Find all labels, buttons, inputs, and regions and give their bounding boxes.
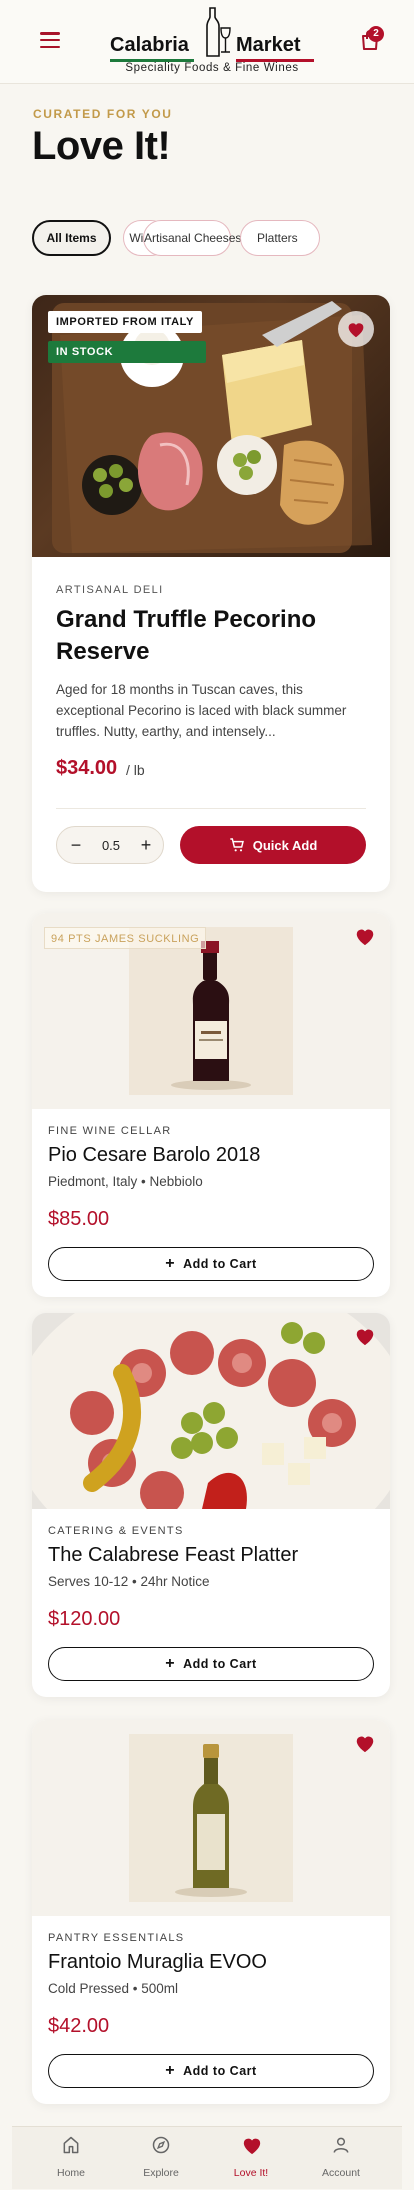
plus-icon: + xyxy=(165,1655,176,1672)
filter-chip-artisanal-cheeses[interactable]: Artisanal Cheeses xyxy=(143,220,241,256)
product-name[interactable]: The Calabrese Feast Platter xyxy=(48,1544,298,1567)
tab-account[interactable]: Account xyxy=(296,2127,386,2190)
cheese-board-illustration xyxy=(52,301,372,553)
plus-icon: + xyxy=(165,1255,176,1272)
filter-chip-platters[interactable]: Platters xyxy=(240,220,320,256)
product-image xyxy=(32,1313,390,1509)
heart-icon xyxy=(243,2138,261,2155)
wine-bottle-glass-icon xyxy=(206,7,231,57)
favorite-button[interactable] xyxy=(338,311,374,347)
tab-love-it[interactable]: Love It! xyxy=(206,2127,296,2190)
add-to-cart-label: Add to Cart xyxy=(183,2064,257,2078)
product-image: 94 PTS JAMES SUCKLING xyxy=(32,913,390,1109)
add-to-cart-button[interactable]: + Add to Cart xyxy=(48,1647,374,1681)
product-price: $34.00 xyxy=(56,757,118,779)
plus-icon[interactable]: + xyxy=(129,827,163,865)
filter-chip-row: All Items Wines Artisanal Cheeses Platte… xyxy=(32,220,414,258)
stock-badge: IN STOCK xyxy=(48,341,206,363)
tab-account-label: Account xyxy=(322,2167,360,2179)
product-subtitle: Cold Pressed • 500ml xyxy=(48,1981,179,1996)
section-eyebrow: CURATED FOR YOU xyxy=(33,107,173,121)
app-header: Calabria Market Speciality Foods & Fine … xyxy=(0,0,414,84)
product-category: FINE WINE CELLAR xyxy=(48,1125,172,1137)
product-price: $120.00 xyxy=(48,1608,121,1630)
page-title: Love It! xyxy=(32,124,171,168)
add-to-cart-button[interactable]: + Add to Cart xyxy=(48,1247,374,1281)
product-image xyxy=(32,1720,390,1916)
filter-chip-all-items[interactable]: All Items xyxy=(32,220,111,256)
product-name[interactable]: Frantoio Muraglia EVOO xyxy=(48,1951,267,1974)
quantity-stepper[interactable]: − 0.5 + xyxy=(56,826,164,864)
user-icon xyxy=(333,2137,349,2153)
bottom-tab-bar: Home Explore Love It! Account xyxy=(12,2126,402,2189)
product-category: PANTRY ESSENTIALS xyxy=(48,1932,185,1944)
brand-logo[interactable]: Calabria Market Speciality Foods & Fine … xyxy=(110,7,314,76)
cheese-board-image: IMPORTED FROM ITALY IN STOCK xyxy=(32,295,390,557)
product-category: CATERING & EVENTS xyxy=(48,1525,184,1537)
tab-love-it-label: Love It! xyxy=(233,2167,269,2179)
home-icon xyxy=(63,2136,79,2154)
brand-word-market: Market xyxy=(236,34,301,56)
product-subtitle: Serves 10-12 • 24hr Notice xyxy=(48,1574,210,1589)
price-unit: / lb xyxy=(126,762,145,778)
heart-icon xyxy=(348,323,364,338)
quick-add-label: Quick Add xyxy=(252,837,318,853)
brand-tagline: Speciality Foods & Fine Wines xyxy=(125,62,299,74)
cart-count-badge: 2 xyxy=(368,26,384,42)
heart-icon[interactable] xyxy=(354,1325,376,1347)
tab-explore-label: Explore xyxy=(143,2167,179,2179)
wine-bottle-image xyxy=(129,927,293,1095)
quantity-value: 0.5 xyxy=(101,838,121,853)
quick-add-button[interactable]: Quick Add xyxy=(180,826,366,864)
product-subtitle: Piedmont, Italy • Nebbiolo xyxy=(48,1174,203,1189)
product-name[interactable]: Grand Truffle Pecorino Reserve xyxy=(56,604,366,668)
tab-explore[interactable]: Explore xyxy=(116,2127,206,2190)
menu-icon[interactable] xyxy=(40,32,60,48)
product-name[interactable]: Pio Cesare Barolo 2018 xyxy=(48,1144,260,1167)
featured-product-card[interactable]: IMPORTED FROM ITALY IN STOCK ARTISANAL D… xyxy=(32,295,390,892)
rating-badge: 94 PTS JAMES SUCKLING xyxy=(44,927,207,949)
tab-home-label: Home xyxy=(56,2167,85,2179)
product-card[interactable]: CATERING & EVENTS The Calabrese Feast Pl… xyxy=(32,1313,390,1697)
origin-badge: IMPORTED FROM ITALY xyxy=(48,311,202,333)
divider xyxy=(56,808,366,809)
add-to-cart-label: Add to Cart xyxy=(183,1257,257,1271)
product-price: $42.00 xyxy=(48,2015,110,2037)
heart-icon[interactable] xyxy=(354,1732,376,1754)
product-card[interactable]: 94 PTS JAMES SUCKLING FINE WINE CELLAR P… xyxy=(32,913,390,1297)
tab-home[interactable]: Home xyxy=(26,2127,116,2190)
add-to-cart-label: Add to Cart xyxy=(183,1657,257,1671)
product-card[interactable]: PANTRY ESSENTIALS Frantoio Muraglia EVOO… xyxy=(32,1720,390,2104)
product-category: ARTISANAL DELI xyxy=(56,584,164,596)
platter-image xyxy=(32,1313,390,1509)
product-description: Aged for 18 months in Tuscan caves, this… xyxy=(56,682,347,739)
product-price: $85.00 xyxy=(48,1208,110,1230)
cart-icon xyxy=(230,838,244,852)
olive-oil-bottle-image xyxy=(129,1734,293,1902)
plus-icon: + xyxy=(165,2062,176,2079)
compass-icon xyxy=(152,2136,170,2154)
heart-icon[interactable] xyxy=(354,925,376,947)
brand-word-calabria: Calabria xyxy=(110,34,189,56)
minus-icon[interactable]: − xyxy=(59,827,93,865)
add-to-cart-button[interactable]: + Add to Cart xyxy=(48,2054,374,2088)
